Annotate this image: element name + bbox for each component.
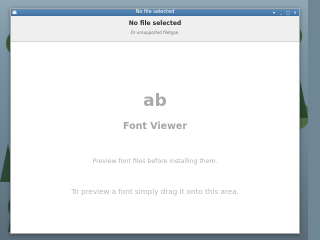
- window-titlebar[interactable]: No file selected ▾ _ □ ×: [11, 9, 299, 16]
- header-subtitle: Or unsupported filetype.: [130, 30, 180, 35]
- close-button[interactable]: ×: [292, 10, 298, 15]
- header-title: No file selected: [128, 20, 182, 27]
- app-tagline: Preview font files before installing the…: [92, 158, 218, 165]
- app-icon[interactable]: [12, 10, 17, 15]
- window-title: No file selected: [135, 9, 175, 15]
- font-viewer-window: No file selected ▾ _ □ × No file selecte…: [10, 8, 300, 234]
- file-header: No file selected Or unsupported filetype…: [11, 16, 299, 42]
- minimize-button[interactable]: _: [278, 10, 284, 15]
- app-name: Font Viewer: [122, 121, 188, 132]
- window-menu-button[interactable]: ▾: [271, 10, 277, 15]
- logo-text: ab: [143, 91, 167, 110]
- window-controls: ▾ _ □ ×: [271, 10, 298, 15]
- drag-hint: To preview a font simply drag it onto th…: [71, 187, 239, 196]
- drop-area[interactable]: ab Font Viewer Preview font files before…: [11, 42, 299, 233]
- maximize-button[interactable]: □: [285, 10, 291, 15]
- font-viewer-logo-icon: ab: [143, 91, 167, 110]
